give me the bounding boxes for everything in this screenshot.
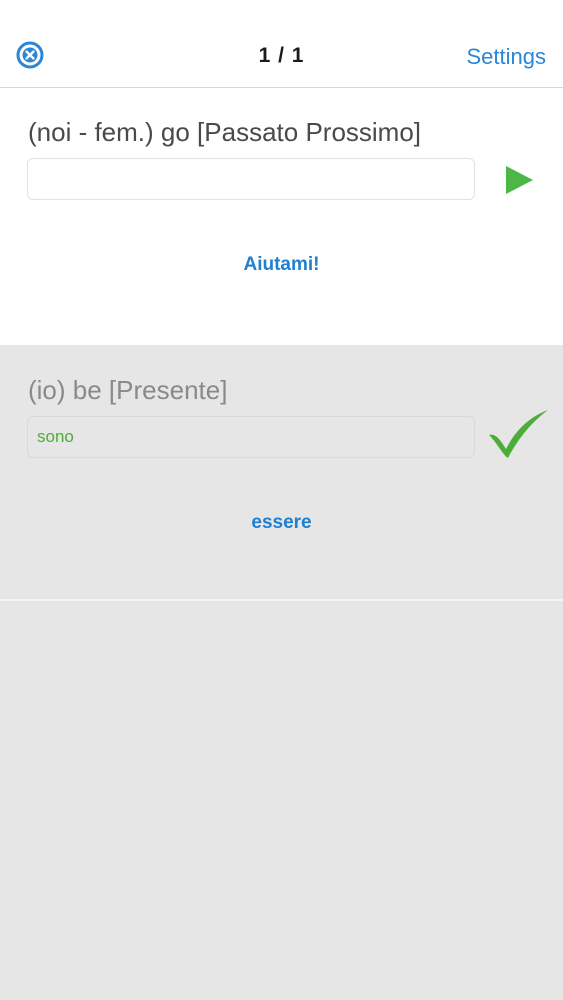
checkmark-icon <box>489 410 548 458</box>
answer-input[interactable] <box>27 158 475 200</box>
play-icon[interactable] <box>504 165 534 195</box>
previous-answer-field: sono <box>27 416 475 458</box>
correct-status <box>487 409 549 461</box>
settings-button[interactable]: Settings <box>467 44 547 70</box>
previous-question-card: (io) be [Presente] sono essere <box>0 345 563 601</box>
submit-answer-button[interactable] <box>504 165 534 195</box>
previous-question-prompt: (io) be [Presente] <box>28 375 228 405</box>
navigation-bar: 1 / 1 Settings <box>0 0 563 88</box>
current-question-card: (noi - fem.) go [Passato Prossimo] Aiuta… <box>0 88 563 345</box>
help-me-link[interactable]: Aiutami! <box>0 254 563 276</box>
question-prompt: (noi - fem.) go [Passato Prossimo] <box>28 117 422 147</box>
infinitive-label: essere <box>251 512 312 533</box>
